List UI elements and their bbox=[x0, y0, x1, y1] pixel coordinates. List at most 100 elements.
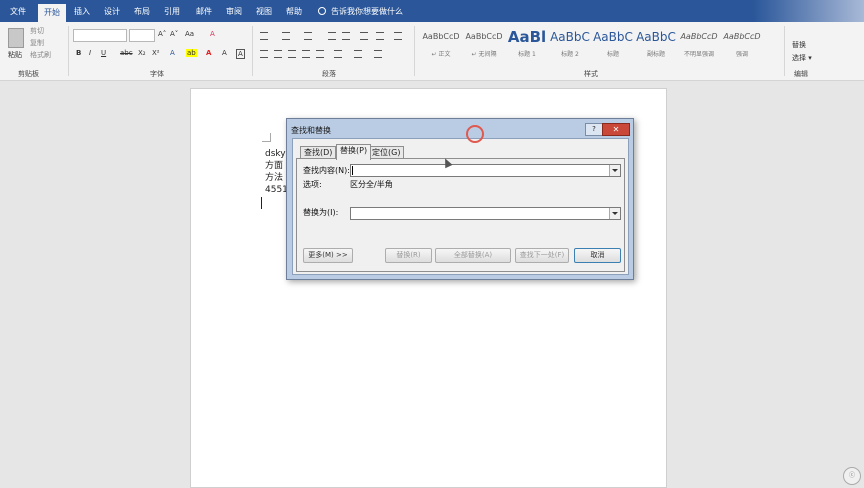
replace-with-combobox[interactable] bbox=[350, 207, 621, 220]
dropdown-arrow-icon[interactable] bbox=[609, 165, 620, 176]
paste-icon[interactable] bbox=[8, 28, 24, 48]
ribbon-tab-bar: 文件 开始 插入 设计 布局 引用 邮件 审阅 视图 帮助 告诉我你想要做什么 bbox=[0, 0, 864, 22]
copy-button[interactable]: 复制 bbox=[30, 38, 44, 48]
tell-me-text: 告诉我你想要做什么 bbox=[331, 7, 403, 16]
italic-button[interactable]: I bbox=[89, 49, 91, 57]
align-center-icon[interactable] bbox=[274, 50, 282, 58]
chinese-layout-icon[interactable] bbox=[360, 32, 368, 40]
help-button[interactable]: ? bbox=[585, 123, 603, 136]
document-line[interactable]: dsky bbox=[265, 148, 286, 160]
char-border-icon[interactable]: A bbox=[236, 49, 245, 59]
tab-references[interactable]: 引用 bbox=[164, 5, 180, 19]
search-icon bbox=[318, 7, 326, 15]
dialog-body: 查找(D) 替换(P) 定位(G) 查找内容(N): 选项: 区分全/半角 替换… bbox=[292, 138, 629, 275]
underline-button[interactable]: U bbox=[101, 49, 106, 57]
sort-icon[interactable] bbox=[376, 32, 384, 40]
document-line[interactable]: 方面 bbox=[265, 160, 283, 172]
subscript-button[interactable]: X₂ bbox=[138, 49, 146, 57]
click-indicator-icon bbox=[466, 125, 484, 143]
tab-design[interactable]: 设计 bbox=[104, 5, 120, 19]
shrink-font-button[interactable]: A˅ bbox=[170, 30, 178, 38]
replace-button[interactable]: 替换(R) bbox=[385, 248, 432, 263]
options-label: 选项: bbox=[303, 180, 322, 189]
decrease-indent-icon[interactable] bbox=[328, 32, 336, 40]
find-next-button[interactable]: 查找下一处(F) bbox=[515, 248, 569, 263]
align-left-icon[interactable] bbox=[260, 50, 268, 58]
style-name: 标题 1 bbox=[518, 51, 536, 58]
show-marks-icon[interactable] bbox=[394, 32, 402, 40]
align-right-icon[interactable] bbox=[288, 50, 296, 58]
select-ribbon-button[interactable]: 选择 ▾ bbox=[792, 53, 812, 63]
group-divider bbox=[414, 26, 415, 76]
style-sample: AaBbCcD bbox=[422, 32, 460, 41]
margin-corner-mark bbox=[262, 133, 271, 142]
line-spacing-icon[interactable] bbox=[334, 50, 342, 58]
paste-button-label[interactable]: 粘贴 bbox=[8, 50, 22, 60]
cut-button[interactable]: 剪切 bbox=[30, 26, 44, 36]
tab-mailings[interactable]: 邮件 bbox=[196, 5, 212, 19]
numbering-icon[interactable] bbox=[282, 32, 290, 40]
distribute-icon[interactable] bbox=[316, 50, 324, 58]
dialog-title: 查找和替换 bbox=[291, 126, 331, 135]
style-subtle-emphasis[interactable]: AaBbCcD 不明显强调 bbox=[678, 28, 720, 64]
font-size-field[interactable] bbox=[129, 29, 155, 42]
justify-icon[interactable] bbox=[302, 50, 310, 58]
document-line[interactable]: 方法 bbox=[265, 172, 283, 184]
close-button[interactable]: ✕ bbox=[602, 123, 630, 136]
tab-file[interactable]: 文件 bbox=[10, 5, 26, 19]
superscript-button[interactable]: X² bbox=[152, 49, 160, 57]
grow-font-button[interactable]: A˄ bbox=[158, 30, 166, 38]
style-emphasis[interactable]: AaBbCcD 强调 bbox=[721, 28, 763, 64]
tab-home[interactable]: 开始 bbox=[38, 4, 66, 22]
style-sample: AaBl bbox=[507, 28, 547, 46]
style-no-spacing[interactable]: AaBbCcD ↵ 无间隔 bbox=[463, 28, 505, 64]
style-name: 标题 2 bbox=[561, 51, 579, 58]
replace-ribbon-button[interactable]: 替换 bbox=[792, 40, 806, 50]
font-group-label: 字体 bbox=[150, 70, 164, 78]
tab-help[interactable]: 帮助 bbox=[286, 5, 302, 19]
replace-with-label: 替换为(I): bbox=[303, 208, 339, 217]
dropdown-arrow-icon[interactable] bbox=[609, 208, 620, 219]
cancel-button[interactable]: 取消 bbox=[574, 248, 621, 263]
tab-insert[interactable]: 插入 bbox=[74, 5, 90, 19]
style-name: 强调 bbox=[735, 51, 748, 58]
tab-view[interactable]: 视图 bbox=[256, 5, 272, 19]
multilevel-list-icon[interactable] bbox=[304, 32, 312, 40]
style-heading-2[interactable]: AaBbC 标题 2 bbox=[549, 28, 591, 64]
increase-indent-icon[interactable] bbox=[342, 32, 350, 40]
style-title[interactable]: AaBbC 标题 bbox=[592, 28, 634, 64]
find-what-combobox[interactable] bbox=[350, 164, 621, 177]
tell-me-search[interactable]: 告诉我你想要做什么 bbox=[318, 5, 403, 19]
bold-button[interactable]: B bbox=[76, 49, 81, 57]
style-normal[interactable]: AaBbCcD ↵ 正文 bbox=[420, 28, 462, 64]
format-painter-button[interactable]: 格式刷 bbox=[30, 50, 51, 60]
style-heading-1[interactable]: AaBl 标题 1 bbox=[506, 28, 548, 64]
document-line[interactable]: 4551 bbox=[265, 184, 288, 196]
style-sample: AaBbCcD bbox=[465, 32, 503, 41]
text-effects-icon[interactable]: A bbox=[170, 49, 175, 57]
strikethrough-button[interactable]: abc bbox=[120, 49, 133, 57]
style-sample: AaBbCcD bbox=[723, 32, 761, 41]
shading-icon[interactable] bbox=[354, 50, 362, 58]
video-overlay bbox=[754, 0, 864, 22]
char-shading-icon[interactable]: A bbox=[222, 49, 227, 57]
find-what-label: 查找内容(N): bbox=[303, 166, 350, 175]
bullets-icon[interactable] bbox=[260, 32, 268, 40]
tab-layout[interactable]: 布局 bbox=[134, 5, 150, 19]
font-color-button[interactable]: A bbox=[206, 49, 211, 57]
style-subtitle[interactable]: AaBbC 副标题 bbox=[635, 28, 677, 64]
style-name: 标题 bbox=[606, 51, 619, 58]
highlight-icon[interactable]: ab bbox=[186, 49, 197, 57]
group-divider bbox=[784, 26, 785, 76]
borders-icon[interactable] bbox=[374, 50, 382, 58]
style-name: ↵ 正文 bbox=[431, 51, 451, 58]
tab-replace[interactable]: 替换(P) bbox=[336, 144, 372, 160]
change-case-button[interactable]: Aa bbox=[185, 30, 194, 38]
style-sample: AaBbCcD bbox=[680, 32, 718, 41]
more-button[interactable]: 更多(M) >> bbox=[303, 248, 353, 263]
font-name-field[interactable] bbox=[73, 29, 127, 42]
editing-group-label: 编辑 bbox=[794, 70, 808, 78]
tab-review[interactable]: 审阅 bbox=[226, 5, 242, 19]
replace-all-button[interactable]: 全部替换(A) bbox=[435, 248, 511, 263]
clear-format-button[interactable]: A bbox=[210, 30, 215, 38]
